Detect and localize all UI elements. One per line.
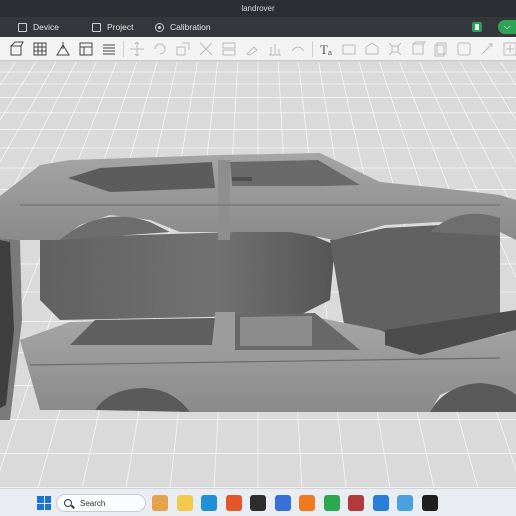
office-icon[interactable]	[225, 495, 242, 511]
variable-layer-icon[interactable]	[478, 40, 495, 57]
os-taskbar: Search	[0, 488, 516, 516]
windows-start-icon[interactable]	[37, 496, 51, 510]
import-icon[interactable]	[54, 40, 71, 57]
orient-icon[interactable]	[409, 40, 426, 57]
photos-icon[interactable]	[372, 495, 389, 511]
cut-icon[interactable]	[197, 40, 214, 57]
menu-project[interactable]: Project	[88, 17, 137, 37]
app-icon[interactable]	[348, 495, 364, 511]
plate-icon[interactable]	[455, 40, 472, 57]
window-title-bar: landrover	[0, 0, 516, 17]
menu-bar: Device Project Calibration ⌵	[0, 17, 516, 37]
support-icon[interactable]	[266, 40, 283, 57]
vpn-icon[interactable]	[274, 495, 291, 511]
copy-icon[interactable]	[432, 40, 449, 57]
rotate-icon[interactable]	[151, 40, 168, 57]
grid-icon[interactable]	[31, 40, 48, 57]
folder-icon	[92, 22, 101, 32]
slice-icon[interactable]	[100, 40, 117, 57]
slicer-icon[interactable]	[421, 495, 438, 511]
monitor-icon	[18, 22, 27, 32]
account-dropdown-button[interactable]: ⌵	[498, 20, 516, 34]
spreadsheet-icon[interactable]	[323, 495, 340, 511]
store-icon[interactable]	[472, 22, 482, 32]
firefox-icon[interactable]	[299, 495, 315, 511]
search-icon	[64, 499, 72, 507]
more-icon[interactable]	[501, 40, 516, 57]
arrange-icon[interactable]	[386, 40, 403, 57]
move-icon[interactable]	[128, 40, 145, 57]
add-object-icon[interactable]	[8, 40, 25, 57]
scale-icon[interactable]	[174, 40, 191, 57]
seam-icon[interactable]	[289, 40, 306, 57]
widgets-icon[interactable]	[152, 495, 168, 511]
text-icon[interactable]: Ta	[317, 40, 334, 57]
menu-device[interactable]: Device	[14, 17, 63, 37]
edge-icon[interactable]	[201, 495, 217, 511]
files-icon[interactable]	[176, 495, 193, 511]
split-icon[interactable]	[220, 40, 237, 57]
landrover-model[interactable]	[0, 153, 516, 420]
menu-project-label: Project	[107, 22, 134, 32]
assembly-icon[interactable]	[363, 40, 380, 57]
3d-viewport[interactable]	[0, 62, 516, 488]
menu-calibration[interactable]: Calibration	[151, 17, 215, 37]
menu-device-label: Device	[33, 22, 59, 32]
toolbar: Ta	[0, 37, 516, 61]
toolbar-separator	[123, 40, 124, 57]
menu-calibration-label: Calibration	[170, 22, 211, 32]
menubar-right-group: ⌵	[472, 17, 516, 37]
svg-text:a: a	[328, 50, 332, 57]
chevron-down-icon: ⌵	[503, 22, 511, 31]
viewport-canvas[interactable]	[0, 62, 516, 488]
store-icon[interactable]	[397, 495, 413, 511]
taskbar-search-label: Search	[80, 498, 106, 508]
toolbar-separator	[312, 40, 313, 57]
terminal-icon[interactable]	[250, 495, 266, 511]
window-title: landrover	[241, 4, 275, 13]
svg-text:T: T	[320, 42, 328, 57]
gear-icon	[155, 22, 164, 32]
layout-icon[interactable]	[77, 40, 94, 57]
measure-icon[interactable]	[340, 40, 357, 57]
paint-icon[interactable]	[243, 40, 260, 57]
taskbar-search[interactable]: Search	[56, 494, 146, 512]
